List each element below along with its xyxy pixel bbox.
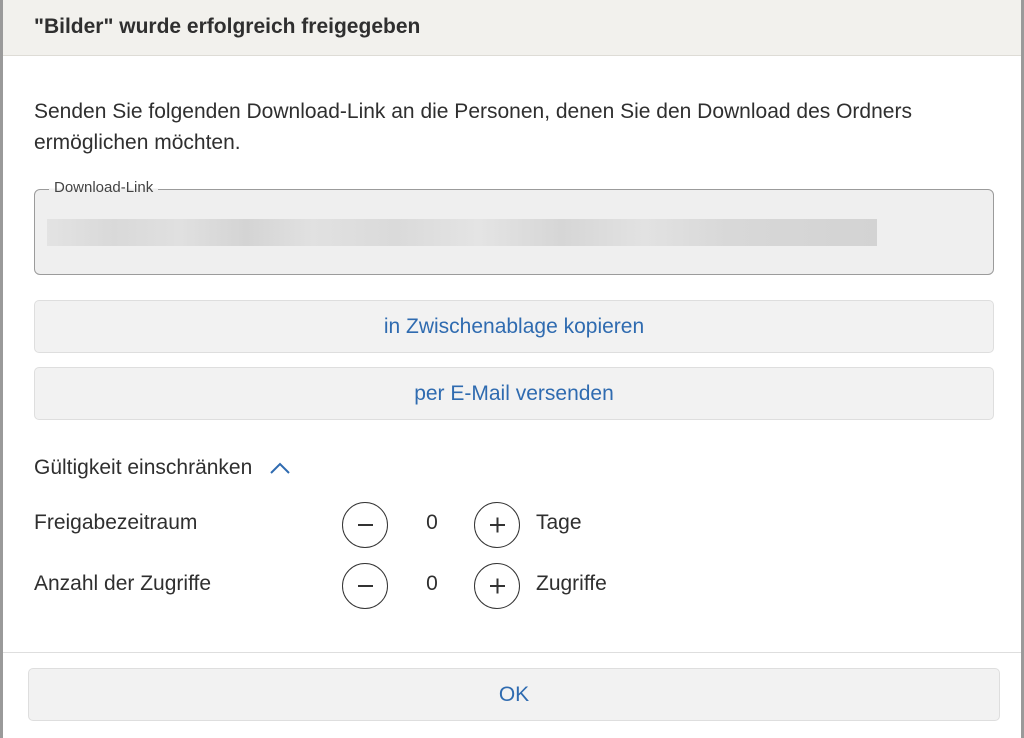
minus-icon [358, 524, 373, 526]
restrict-validity-toggle[interactable]: Gültigkeit einschränken [34, 456, 292, 480]
share-period-label: Freigabezeitraum [34, 511, 198, 534]
access-count-increment-button[interactable] [474, 563, 520, 609]
access-count-label: Anzahl der Zugriffe [34, 572, 212, 595]
access-count-unit: Zugriffe [536, 572, 607, 595]
dialog-header: "Bilder" wurde erfolgreich freigegeben [3, 0, 1021, 56]
footer-divider [3, 652, 1021, 653]
access-count-decrement-button[interactable] [342, 563, 388, 609]
share-period-increment-button[interactable] [474, 502, 520, 548]
plus-icon [490, 578, 505, 594]
download-link-value[interactable] [47, 219, 877, 246]
minus-icon [358, 585, 373, 587]
restrict-validity-label: Gültigkeit einschränken [34, 456, 253, 479]
send-email-button[interactable]: per E-Mail versenden [34, 367, 994, 420]
ok-button[interactable]: OK [28, 668, 1000, 721]
plus-icon [490, 517, 505, 533]
access-count-value: 0 [426, 572, 438, 595]
chevron-up-icon [268, 458, 292, 478]
share-dialog: "Bilder" wurde erfolgreich freigegeben S… [0, 0, 1024, 738]
share-period-value: 0 [426, 511, 438, 534]
share-period-unit: Tage [536, 511, 582, 534]
dialog-description: Senden Sie folgenden Download-Link an di… [34, 100, 912, 154]
dialog-title: "Bilder" wurde erfolgreich freigegeben [34, 15, 421, 38]
share-period-decrement-button[interactable] [342, 502, 388, 548]
download-link-field[interactable]: Download-Link [34, 179, 994, 275]
copy-to-clipboard-button[interactable]: in Zwischenablage kopieren [34, 300, 994, 353]
download-link-legend: Download-Link [49, 179, 159, 196]
